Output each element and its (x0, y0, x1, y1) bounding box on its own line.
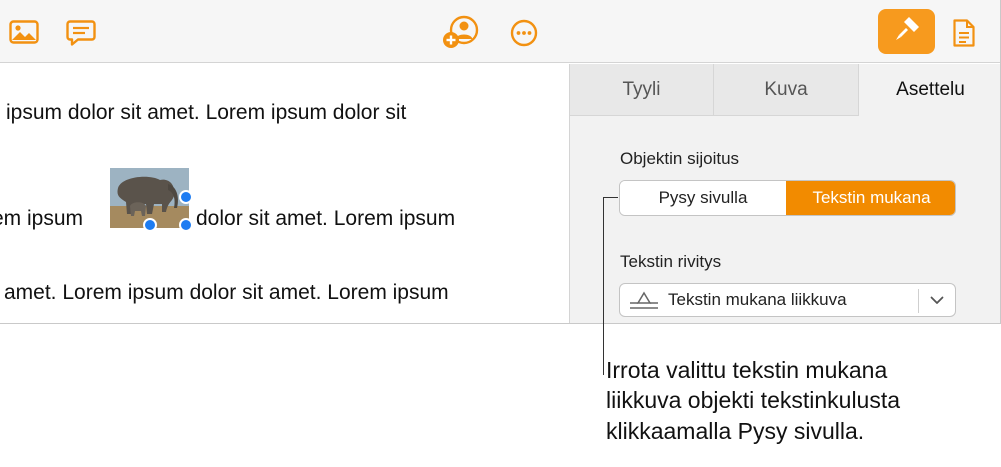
tab-image[interactable]: Kuva (714, 64, 859, 116)
format-brush-icon (892, 14, 922, 49)
callout-text: Irrota valittu tekstin mukana liikkuva o… (606, 355, 1001, 446)
format-button[interactable] (878, 9, 935, 54)
inline-wrap-icon (620, 284, 668, 316)
resize-handle[interactable] (179, 218, 193, 232)
format-sidebar: Tyyli Kuva Asettelu Objektin sijoitus Py… (569, 64, 1000, 323)
object-placement-control: Pysy sivulla Tekstin mukana (619, 180, 956, 216)
callout-leader-line (603, 197, 604, 375)
tab-arrange[interactable]: Asettelu (859, 64, 1000, 116)
stay-on-page-button[interactable]: Pysy sivulla (620, 181, 786, 215)
tab-style[interactable]: Tyyli (570, 64, 714, 116)
text-wrap-select[interactable]: Tekstin mukana liikkuva (619, 283, 956, 317)
more-icon[interactable] (509, 18, 539, 48)
body-text-line[interactable]: amet. Lorem ipsum dolor sit amet. Lorem … (4, 281, 449, 305)
comment-icon[interactable] (65, 18, 97, 48)
move-with-text-button[interactable]: Tekstin mukana (786, 181, 955, 215)
callout-line: liikkuva objekti tekstinkulusta (606, 387, 901, 414)
resize-handle[interactable] (179, 190, 193, 204)
text-wrap-label: Tekstin rivitys (620, 252, 722, 271)
resize-handle[interactable] (143, 218, 157, 232)
callout-leader-tick (603, 197, 618, 198)
body-text-line[interactable]: em ipsum (0, 207, 83, 231)
pages-window: ipsum dolor sit amet. Lorem ipsum dolor … (0, 0, 1001, 324)
callout-line: Irrota valittu tekstin mukana (606, 357, 888, 383)
collaborate-icon[interactable] (442, 14, 480, 50)
document-icon[interactable] (951, 18, 977, 48)
chevron-down-icon (919, 284, 955, 316)
sidebar-tabs: Tyyli Kuva Asettelu (570, 64, 1000, 116)
text-wrap-value: Tekstin mukana liikkuva (668, 290, 847, 309)
body-text-line[interactable]: ipsum dolor sit amet. Lorem ipsum dolor … (6, 101, 406, 125)
toolbar (0, 0, 1000, 63)
document-canvas[interactable]: ipsum dolor sit amet. Lorem ipsum dolor … (0, 64, 569, 323)
media-icon[interactable] (8, 18, 40, 46)
callout-line: klikkaamalla Pysy sivulla. (606, 417, 865, 444)
object-placement-label: Objektin sijoitus (620, 149, 740, 168)
body-text-line[interactable]: dolor sit amet. Lorem ipsum (196, 207, 455, 231)
